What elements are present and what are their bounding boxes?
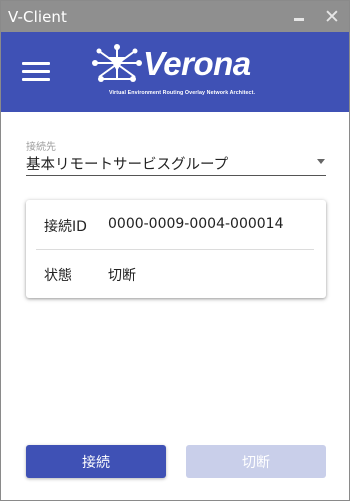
disconnect-button[interactable]: 切断 <box>186 445 326 478</box>
app-window: V-Client ✕ Verona Virtual Environment Ro… <box>0 0 350 501</box>
hamburger-menu-icon[interactable] <box>22 62 50 82</box>
close-button[interactable]: ✕ <box>317 1 347 32</box>
status-row: 状態 切断 <box>26 250 326 298</box>
status-value: 切断 <box>108 268 136 284</box>
verona-logo: Verona Virtual Environment Routing Overl… <box>87 43 277 103</box>
connection-id-label: 接続ID <box>44 219 87 235</box>
close-icon: ✕ <box>324 5 340 28</box>
connection-id-row: 接続ID 0000-0009-0004-000014 <box>26 201 326 249</box>
title-bar[interactable]: V-Client ✕ <box>1 1 349 32</box>
logo-tagline: Virtual Environment Routing Overlay Netw… <box>108 90 256 96</box>
dropdown-arrow-icon <box>317 159 325 164</box>
connection-status-card: 接続ID 0000-0009-0004-000014 状態 切断 <box>26 200 326 298</box>
minimize-icon <box>294 18 304 21</box>
connection-id-value: 0000-0009-0004-000014 <box>108 216 284 232</box>
connection-target-select[interactable]: 基本リモートサービスグループ <box>26 151 326 176</box>
status-label: 状態 <box>44 268 72 284</box>
window-title: V-Client <box>8 7 68 26</box>
logo-wordmark: Verona <box>143 45 251 82</box>
network-emblem-icon <box>92 44 142 82</box>
connection-target-value: 基本リモートサービスグループ <box>26 157 229 173</box>
minimize-button[interactable] <box>284 1 314 32</box>
connect-button[interactable]: 接続 <box>26 445 166 478</box>
app-header: Verona Virtual Environment Routing Overl… <box>1 32 349 112</box>
